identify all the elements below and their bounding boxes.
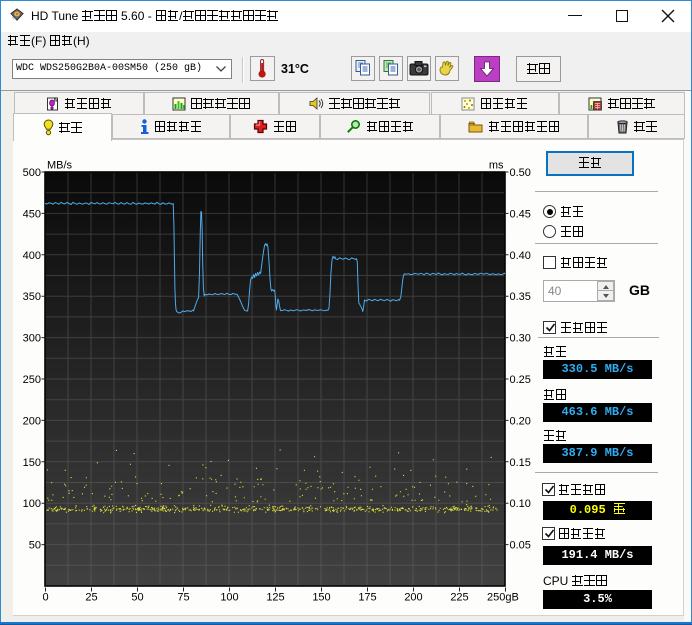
svg-text:0: 0 <box>42 592 48 604</box>
svg-text:500: 500 <box>23 167 41 179</box>
svg-text:225: 225 <box>450 592 468 604</box>
svg-text:25: 25 <box>85 592 97 604</box>
svg-text:200: 200 <box>23 415 41 427</box>
svg-text:50: 50 <box>131 592 143 604</box>
svg-text:0.25: 0.25 <box>510 374 531 386</box>
svg-text:150: 150 <box>23 457 41 469</box>
svg-text:400: 400 <box>23 250 41 262</box>
svg-text:100: 100 <box>220 592 238 604</box>
svg-text:MB/s: MB/s <box>47 160 73 172</box>
svg-text:0.05: 0.05 <box>510 540 531 552</box>
svg-text:ms: ms <box>489 160 504 172</box>
svg-text:0.30: 0.30 <box>510 333 531 345</box>
svg-text:100: 100 <box>23 498 41 510</box>
svg-text:0.10: 0.10 <box>510 498 531 510</box>
svg-text:0.15: 0.15 <box>510 457 531 469</box>
svg-text:450: 450 <box>23 208 41 220</box>
svg-text:0.40: 0.40 <box>510 250 531 262</box>
svg-text:200: 200 <box>404 592 422 604</box>
svg-text:250gB: 250gB <box>487 592 519 604</box>
svg-text:300: 300 <box>23 333 41 345</box>
svg-text:75: 75 <box>177 592 189 604</box>
svg-text:175: 175 <box>358 592 376 604</box>
svg-text:50: 50 <box>29 540 41 552</box>
svg-text:0.50: 0.50 <box>510 167 531 179</box>
svg-text:0.35: 0.35 <box>510 291 531 303</box>
svg-text:0.20: 0.20 <box>510 415 531 427</box>
svg-text:0.45: 0.45 <box>510 208 531 220</box>
svg-text:125: 125 <box>266 592 284 604</box>
svg-text:350: 350 <box>23 291 41 303</box>
svg-text:150: 150 <box>312 592 330 604</box>
svg-text:250: 250 <box>23 374 41 386</box>
